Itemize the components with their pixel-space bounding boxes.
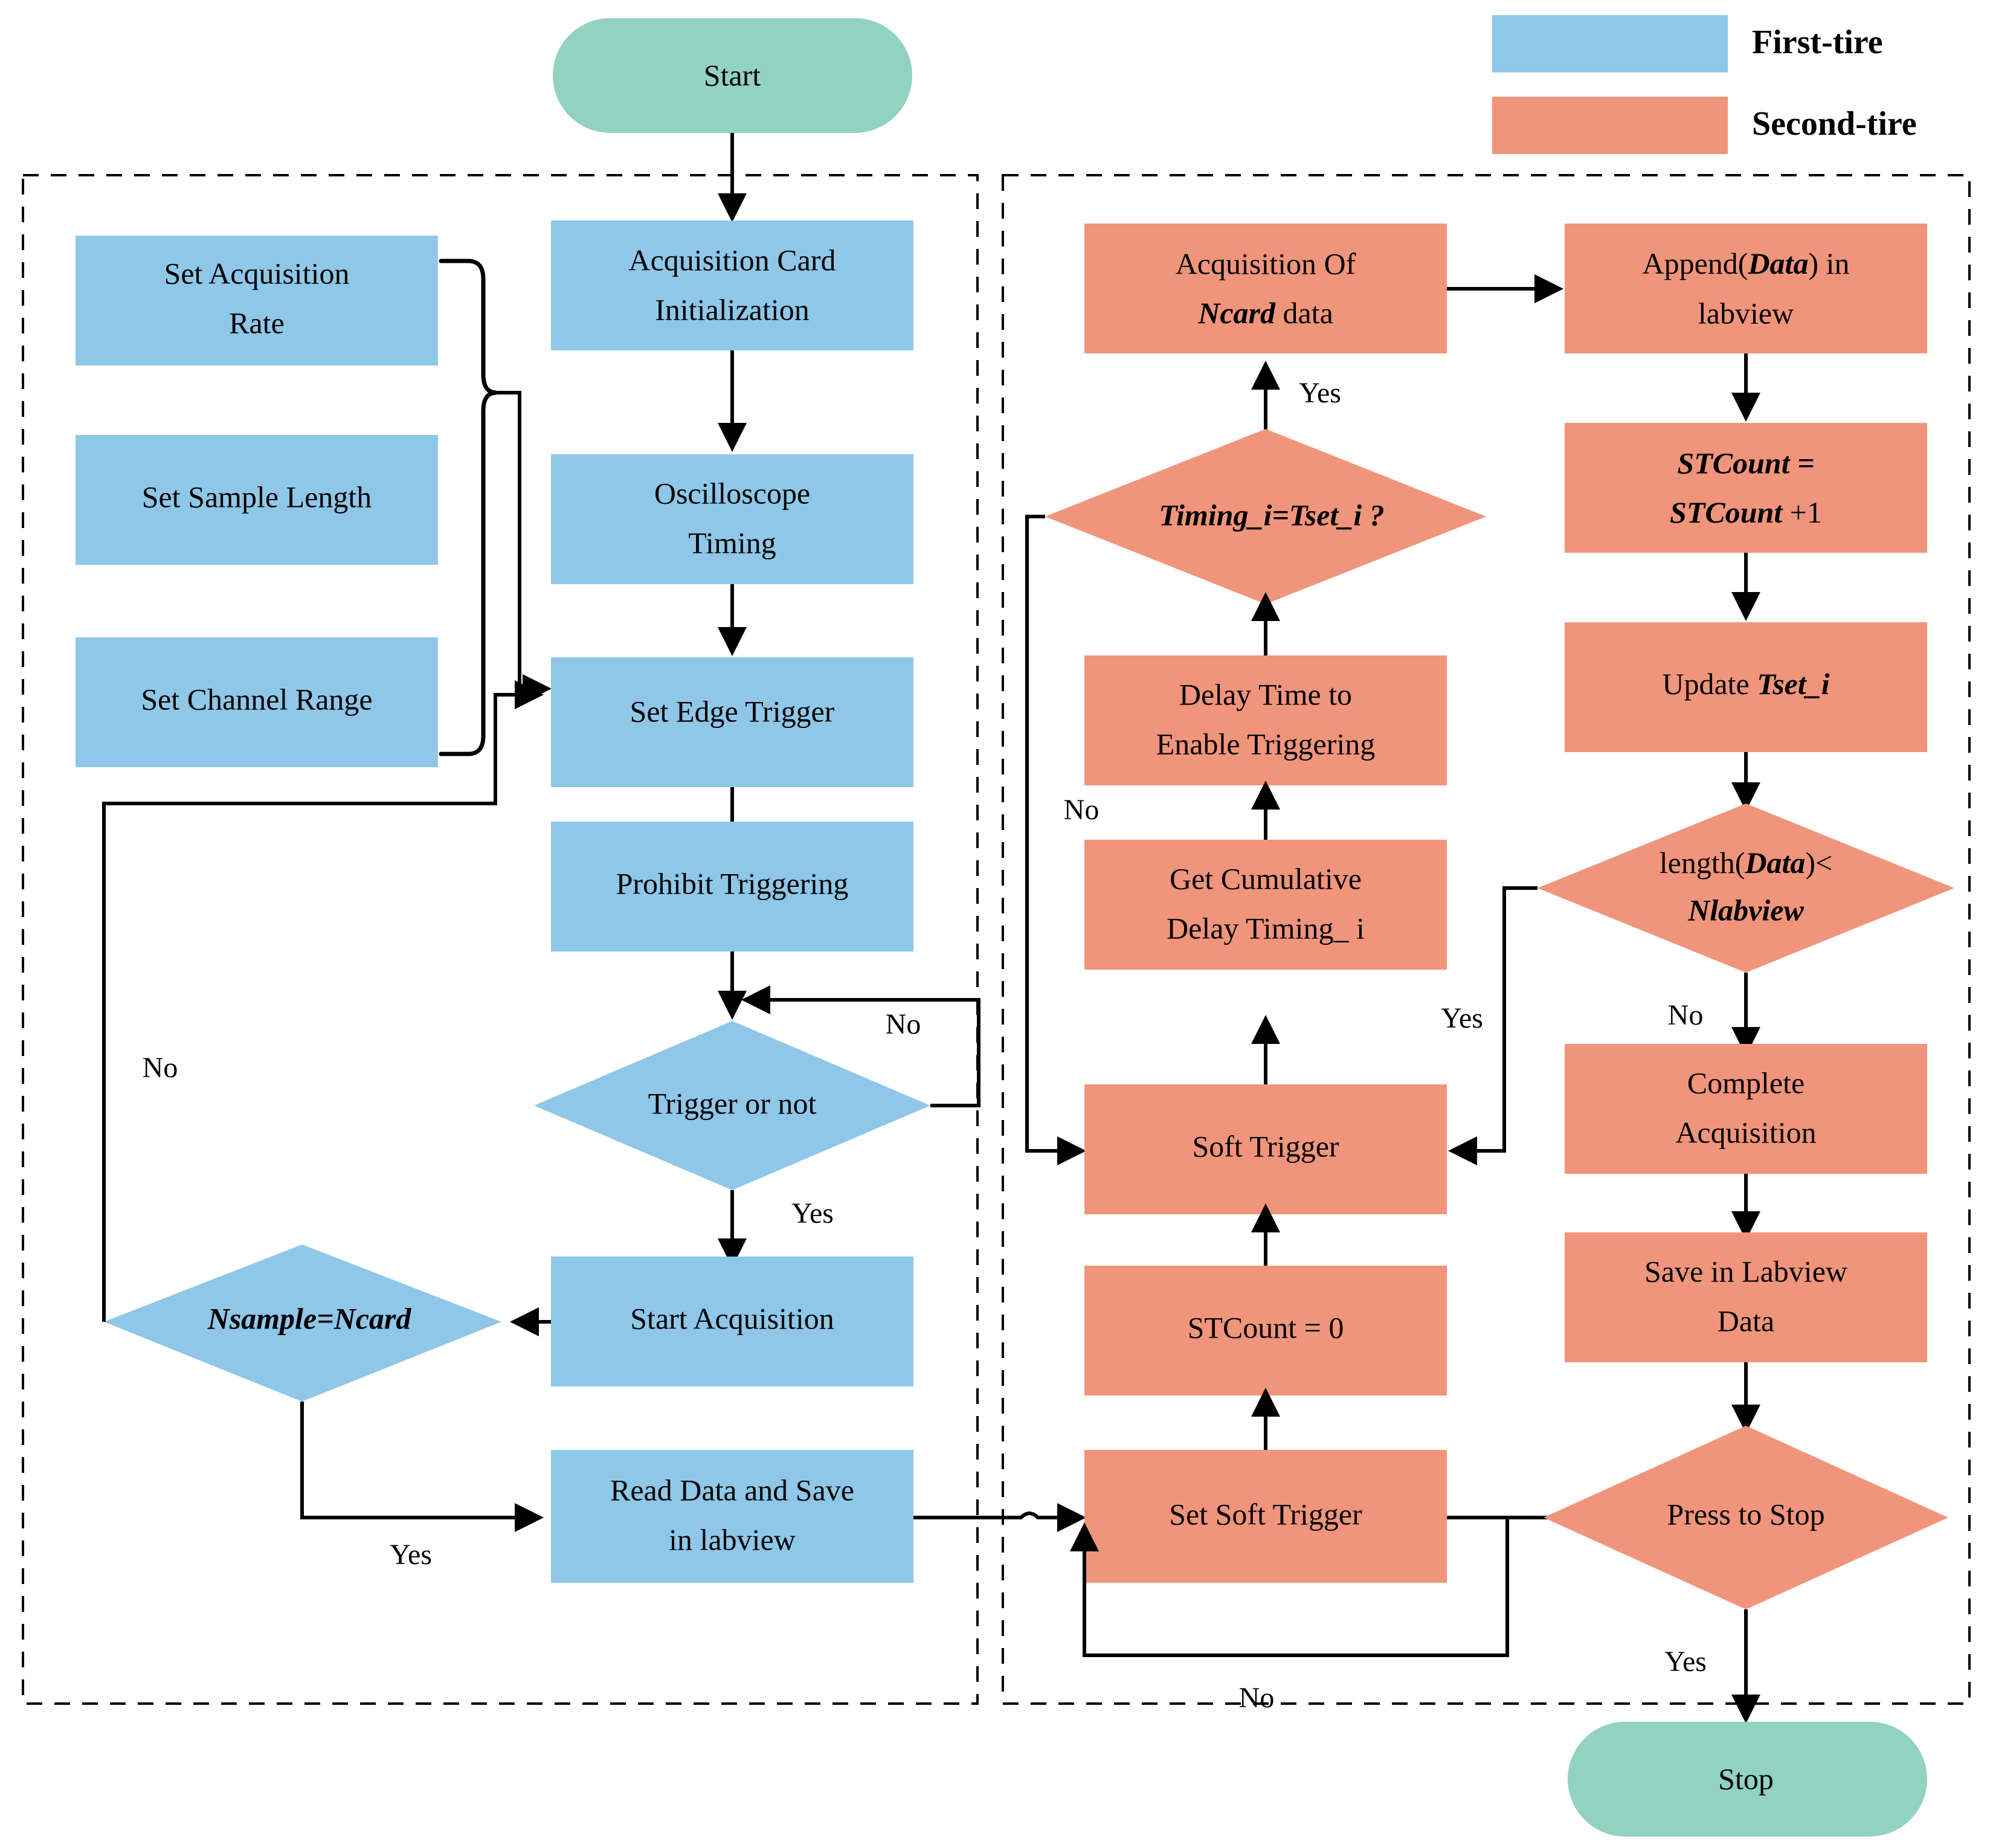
node-set-soft-trigger-line1: Set Soft Trigger <box>1169 1497 1362 1531</box>
node-trigger-or-not-label: Trigger or not <box>648 1086 817 1120</box>
emph-tset-i: Tset_i <box>1757 667 1829 701</box>
node-acquisition-card-initialization-line2: Initialization <box>655 292 809 326</box>
edge-readdata-to-setsofttrigger <box>913 1503 1086 1532</box>
param-group-brace <box>439 259 497 756</box>
node-acquisition-card-initialization-line1: Acquisition Card <box>628 243 836 277</box>
flowchart-canvas: First-tire Second-tire Start Set Acquisi… <box>0 0 1993 1848</box>
node-get-cumulative-delay-timing-i[interactable] <box>1084 840 1447 970</box>
node-delay-time-line1: Delay Time to <box>1179 677 1352 711</box>
node-stcount-zero-line1: STCount = 0 <box>1188 1310 1344 1344</box>
edge-label-timing-yes: Yes <box>1299 377 1341 409</box>
node-set-acquisition-rate-line1: Set Acquisition <box>164 256 350 290</box>
node-append-data-in-labview[interactable] <box>1565 224 1927 353</box>
edge-label-length-no: No <box>1668 999 1704 1031</box>
node-set-edge-trigger-line1: Set Edge Trigger <box>630 694 835 728</box>
node-stop-label: Stop <box>1718 1762 1774 1795</box>
node-length-line1: length(Data)< <box>1660 846 1833 880</box>
node-read-data-line2: in labview <box>669 1522 796 1556</box>
node-set-acquisition-rate-line2: Rate <box>229 306 285 340</box>
node-set-channel-range-line1: Set Channel Range <box>141 682 372 716</box>
node-acquisition-card-initialization[interactable] <box>551 221 913 350</box>
node-set-sample-length-line1: Set Sample Length <box>142 480 372 514</box>
node-get-cumulative-line1: Get Cumulative <box>1170 861 1362 895</box>
node-set-acquisition-rate[interactable] <box>76 236 438 365</box>
node-read-data-and-save-in-labview[interactable] <box>551 1450 913 1583</box>
node-acquisition-of-ncard-data-line2: Ncard data <box>1197 296 1333 330</box>
node-get-cumulative-line2: Delay Timing_ i <box>1167 911 1365 945</box>
node-start-label: Start <box>704 58 761 92</box>
node-oscilloscope-timing[interactable] <box>551 454 913 584</box>
node-stcount-inc-line2: STCount +1 <box>1670 495 1822 529</box>
node-save-labview-line2: Data <box>1718 1304 1774 1338</box>
node-length-line2: Nlabview <box>1687 893 1804 927</box>
legend-label-second-tire: Second-tire <box>1752 105 1917 143</box>
node-complete-acq-line2: Acquisition <box>1675 1115 1816 1149</box>
node-oscilloscope-timing-line1: Oscilloscope <box>654 476 810 510</box>
node-acquisition-of-ncard-data-line1: Acquisition Of <box>1176 246 1356 280</box>
node-complete-acq-line1: Complete <box>1687 1066 1805 1099</box>
node-stcount-inc-line1: STCount = <box>1677 446 1814 480</box>
edge-params-to-set-edge-trigger <box>497 391 552 703</box>
edge-nsample-no <box>102 680 544 1322</box>
edge-label-nsample-no: No <box>143 1052 178 1084</box>
node-prohibit-triggering-line1: Prohibit Triggering <box>616 866 849 900</box>
node-complete-acquisition[interactable] <box>1565 1044 1927 1174</box>
node-stcount-increment[interactable] <box>1565 423 1927 553</box>
node-save-labview-line1: Save in Labview <box>1644 1254 1847 1288</box>
legend-label-first-tire: First-tire <box>1752 24 1883 61</box>
node-nsample-equals-ncard-label: Nsample=Ncard <box>207 1301 412 1335</box>
emph-data-length: Data <box>1744 846 1805 880</box>
legend-swatch-first-tire <box>1492 15 1728 72</box>
edge-nsample-yes <box>300 1402 544 1532</box>
node-delay-time-to-enable-triggering[interactable] <box>1084 655 1447 785</box>
edge-label-trigger-no: No <box>886 1008 921 1040</box>
node-press-to-stop-label: Press to Stop <box>1667 1497 1824 1531</box>
node-read-data-line1: Read Data and Save <box>610 1473 854 1507</box>
node-soft-trigger-line1: Soft Trigger <box>1192 1129 1339 1163</box>
flowchart-svg: First-tire Second-tire Start Set Acquisi… <box>22 15 1971 1837</box>
node-delay-time-line2: Enable Triggering <box>1156 727 1375 761</box>
node-length-data-less-nlabview[interactable] <box>1537 803 1954 973</box>
node-append-line1: Append(Data) in <box>1643 246 1850 280</box>
edge-label-press-yes: Yes <box>1664 1646 1707 1678</box>
edge-label-press-no: No <box>1239 1682 1275 1714</box>
edge-label-nsample-yes: Yes <box>390 1539 432 1571</box>
emph-ncard: Ncard <box>1197 296 1276 330</box>
emph-data-append: Data <box>1747 246 1808 280</box>
edge-label-trigger-yes: Yes <box>791 1197 834 1229</box>
edge-label-length-yes: Yes <box>1441 1002 1483 1034</box>
emph-stcount: STCount <box>1670 495 1783 529</box>
node-start-acquisition-line1: Start Acquisition <box>630 1301 834 1335</box>
node-append-line2: labview <box>1698 296 1794 330</box>
edge-timing-no <box>1025 515 1086 1165</box>
node-oscilloscope-timing-line2: Timing <box>688 526 776 559</box>
node-save-in-labview-data[interactable] <box>1565 1232 1927 1362</box>
edge-label-timing-no: No <box>1064 794 1100 826</box>
node-update-tset-line1: Update Tset_i <box>1662 667 1829 701</box>
legend-swatch-second-tire <box>1492 97 1728 154</box>
node-acquisition-of-ncard-data[interactable] <box>1084 224 1447 353</box>
node-timing-i-equals-tset-i-label: Timing_i=Tset_i ? <box>1159 498 1384 532</box>
